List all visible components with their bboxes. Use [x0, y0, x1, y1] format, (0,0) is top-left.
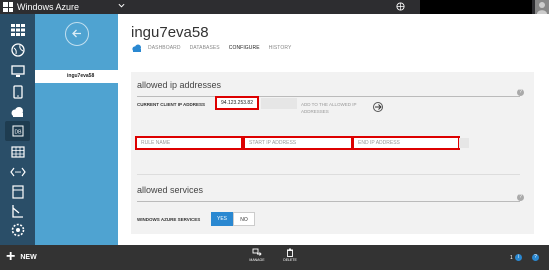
rule-name-input[interactable]: RULE NAME: [135, 136, 243, 150]
azure-services-label: WINDOWS AZURE SERVICES: [137, 217, 201, 222]
end-ip-input[interactable]: END IP ADDRESS: [352, 136, 460, 150]
tab-dashboard[interactable]: DASHBOARD: [148, 45, 181, 51]
add-ip-button[interactable]: [373, 102, 383, 112]
new-label: NEW: [20, 253, 37, 261]
plus-icon: +: [6, 248, 16, 265]
avatar[interactable]: [535, 0, 549, 14]
manage-label: MANAGE: [249, 258, 265, 262]
help-button[interactable]: ?: [532, 254, 539, 261]
virtual-machines-monitor-icon[interactable]: [9, 64, 26, 79]
media-services-icon[interactable]: [9, 203, 26, 218]
help-icon: ?: [532, 254, 539, 261]
ip-spacer-field: [261, 98, 297, 109]
toggle-yes[interactable]: YES: [211, 212, 233, 226]
current-ip-label: CURRENT CLIENT IP ADDRESS: [137, 102, 206, 107]
brand-title: Windows Azure: [17, 2, 80, 12]
command-bar: + NEW MANAGE DELETE 1 i ?: [0, 245, 549, 270]
start-ip-input[interactable]: START IP ADDRESS: [243, 136, 353, 150]
delete-button[interactable]: DELETE: [278, 248, 302, 262]
tab-history[interactable]: HISTORY: [269, 45, 292, 51]
icon-rail: DB: [0, 14, 35, 245]
code-icon[interactable]: [9, 164, 26, 179]
add-to-allowed-text: ADD TO THE ALLOWED IP ADDRESSES: [301, 102, 357, 114]
storage-table-icon[interactable]: [9, 144, 26, 159]
allowed-services-section: allowed services ? WINDOWS AZURE SERVICE…: [131, 177, 534, 234]
toggle-no[interactable]: NO: [233, 212, 255, 226]
storage-icon[interactable]: [9, 184, 26, 199]
svg-text:DB: DB: [14, 130, 22, 136]
secondary-sidebar: ingu7eva58: [35, 14, 118, 245]
manage-button[interactable]: MANAGE: [245, 248, 269, 262]
cloud-services-icon[interactable]: [9, 104, 26, 119]
delete-label: DELETE: [283, 258, 297, 262]
tab-databases[interactable]: DATABASES: [190, 45, 220, 51]
help-icon[interactable]: ?: [517, 194, 524, 201]
notification-count: 1: [510, 254, 513, 261]
help-icon[interactable]: ?: [517, 89, 524, 96]
section-title: allowed ip addresses: [137, 80, 222, 90]
back-button[interactable]: [65, 22, 89, 46]
arrow-right-icon: [374, 104, 382, 110]
sidebar-item-server[interactable]: ingu7eva58: [35, 70, 118, 83]
tab-bar: DASHBOARD DATABASES CONFIGURE HISTORY: [131, 44, 300, 52]
account-name[interactable]: [420, 0, 532, 14]
new-button[interactable]: + NEW: [6, 248, 37, 265]
globe-icon[interactable]: [396, 2, 405, 11]
web-sites-globe-icon[interactable]: [9, 42, 26, 57]
windows-logo-icon: [3, 2, 13, 12]
brand[interactable]: Windows Azure: [3, 1, 79, 13]
allowed-ip-section: allowed ip addresses ? CURRENT CLIENT IP…: [131, 72, 534, 181]
divider: [137, 174, 520, 175]
current-ip-value: 94.123.253.82: [215, 96, 259, 110]
arrow-left-icon: [72, 29, 81, 38]
manage-icon: [252, 248, 262, 256]
tab-configure[interactable]: CONFIGURE: [229, 45, 260, 51]
chevron-down-icon[interactable]: [118, 2, 125, 9]
row-spacer-field: [459, 138, 469, 148]
notifications[interactable]: 1 i: [510, 254, 522, 261]
user-icon: [537, 2, 547, 14]
top-bar: Windows Azure: [0, 0, 549, 14]
section-title: allowed services: [137, 185, 204, 195]
main-content: ingu7eva58 DASHBOARD DATABASES CONFIGURE…: [118, 14, 549, 245]
settings-gear-icon[interactable]: [9, 222, 26, 237]
cloud-icon: [132, 44, 141, 52]
trash-icon: [287, 248, 293, 257]
page-title: ingu7eva58: [131, 24, 209, 41]
divider: [137, 96, 520, 97]
sql-databases-icon[interactable]: DB: [5, 121, 30, 141]
azure-services-toggle: YES NO: [211, 212, 255, 226]
divider: [137, 201, 520, 202]
info-icon: i: [514, 254, 522, 261]
all-items-grid-icon[interactable]: [9, 22, 26, 37]
mobile-services-icon[interactable]: [9, 84, 26, 99]
